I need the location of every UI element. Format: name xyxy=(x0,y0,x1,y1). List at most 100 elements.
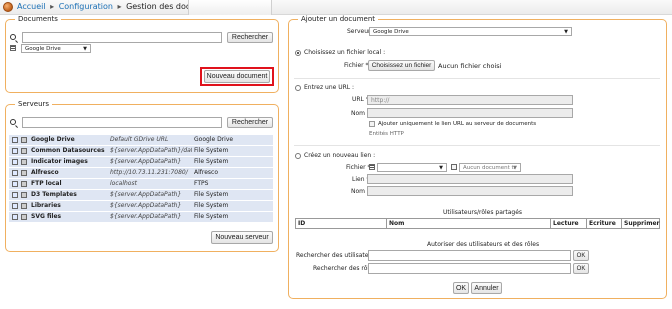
chevron-down-icon: ▼ xyxy=(439,165,443,171)
server-type: File System xyxy=(194,147,229,154)
server-name: SVG files xyxy=(31,213,62,220)
delete-icon[interactable] xyxy=(21,159,27,165)
link-name-input[interactable] xyxy=(367,186,573,196)
delete-icon[interactable] xyxy=(21,181,27,187)
edit-icon[interactable] xyxy=(12,192,18,198)
server-row[interactable]: Google Drive Default GDrive URL Google D… xyxy=(9,135,273,145)
delete-icon[interactable] xyxy=(21,214,27,220)
server-name: Libraries xyxy=(31,202,61,209)
server-type: Google Drive xyxy=(194,136,234,143)
grid-icon xyxy=(369,164,375,170)
link-input[interactable] xyxy=(367,174,573,184)
server-row[interactable]: D3 Templates ${server.AppDataPath} File … xyxy=(9,190,273,200)
edit-icon[interactable] xyxy=(12,137,18,143)
breadcrumb-home-link[interactable]: Accueil xyxy=(17,2,46,11)
server-type: FTPS xyxy=(194,180,209,187)
link-document-select[interactable]: Aucun document tr ▼ xyxy=(459,163,521,172)
server-type: File System xyxy=(194,213,229,220)
server-url: Default GDrive URL xyxy=(110,136,169,143)
breadcrumb-separator: ▸ xyxy=(50,2,55,11)
permissions-table: ID Nom Lecture Ecriture Supprimer xyxy=(295,218,660,229)
edit-icon[interactable] xyxy=(12,203,18,209)
server-row[interactable]: Libraries ${server.AppDataPath} File Sys… xyxy=(9,201,273,211)
authorize-title: Autoriser des utilisateurs et des rôles xyxy=(427,241,540,248)
server-row[interactable]: Common Datasources ${server.AppDataPath}… xyxy=(9,146,273,156)
server-name: Alfresco xyxy=(31,169,59,176)
server-name: D3 Templates xyxy=(31,191,77,198)
search-roles-ok-button[interactable]: OK xyxy=(573,263,589,274)
delete-icon[interactable] xyxy=(21,137,27,143)
server-row[interactable]: SVG files ${server.AppDataPath} File Sys… xyxy=(9,212,273,222)
search-icon xyxy=(10,34,16,40)
server-select[interactable]: Google Drive ▼ xyxy=(369,27,572,36)
documents-source-value: Google Drive xyxy=(25,46,61,52)
server-name: Indicator images xyxy=(31,158,88,165)
new-document-button[interactable]: Nouveau document xyxy=(204,70,270,83)
delete-icon[interactable] xyxy=(21,170,27,176)
submit-ok-button[interactable]: OK xyxy=(453,282,469,294)
url-radio[interactable] xyxy=(295,85,301,91)
url-input[interactable]: http:// xyxy=(367,95,573,105)
servers-legend: Serveurs xyxy=(15,100,53,109)
url-option-label: Entrez une URL : xyxy=(304,84,355,91)
add-document-legend: Ajouter un document xyxy=(298,15,379,24)
new-server-button[interactable]: Nouveau serveur xyxy=(211,231,273,244)
chevron-down-icon: ▼ xyxy=(513,165,517,171)
document-icon xyxy=(451,164,457,170)
breadcrumb-configuration-link[interactable]: Configuration xyxy=(59,2,113,11)
edit-icon[interactable] xyxy=(12,181,18,187)
server-row[interactable]: Alfresco http://10.73.11.231:7080/ Alfre… xyxy=(9,168,273,178)
server-row[interactable]: FTP local localhost FTPS xyxy=(9,179,273,189)
server-row[interactable]: Indicator images ${server.AppDataPath} F… xyxy=(9,157,273,167)
choose-file-button[interactable]: Choisissez un fichier xyxy=(368,60,435,71)
url-only-checkbox-label: Ajouter uniquement le lien URL au serveu… xyxy=(378,121,537,127)
search-users-ok-button[interactable]: OK xyxy=(573,250,589,261)
column-header-delete: Supprimer xyxy=(624,220,660,227)
server-url: ${server.AppDataPath}/data... xyxy=(110,147,192,154)
no-file-text: Aucun fichier choisi xyxy=(438,62,502,70)
server-url: ${server.AppDataPath} xyxy=(110,202,182,209)
grid-icon xyxy=(10,45,16,51)
edit-icon[interactable] xyxy=(12,148,18,154)
search-users-label: Rechercher des utilisateurs xyxy=(296,252,378,259)
new-link-radio[interactable] xyxy=(295,153,301,159)
edit-icon[interactable] xyxy=(12,170,18,176)
search-users-input[interactable] xyxy=(368,250,571,261)
documents-source-select[interactable]: Google Drive ▼ xyxy=(21,44,91,53)
server-name: Common Datasources xyxy=(31,147,105,154)
server-name: Google Drive xyxy=(31,136,75,143)
search-roles-input[interactable] xyxy=(368,263,571,274)
server-url: localhost xyxy=(110,180,137,187)
server-type: File System xyxy=(194,202,229,209)
column-header-read: Lecture xyxy=(553,220,579,227)
url-name-input[interactable] xyxy=(367,108,573,118)
server-type: Alfresco xyxy=(194,169,219,176)
link-server-select[interactable]: ▼ xyxy=(377,163,447,172)
delete-icon[interactable] xyxy=(21,148,27,154)
server-select-value: Google Drive xyxy=(373,29,409,35)
delete-icon[interactable] xyxy=(21,203,27,209)
documents-search-button[interactable]: Rechercher xyxy=(227,32,273,43)
column-header-id: ID xyxy=(298,220,306,227)
column-header-write: Ecriture xyxy=(589,220,616,227)
server-label: Serveur xyxy=(347,28,371,35)
divider xyxy=(294,145,660,146)
column-header-name: Nom xyxy=(389,220,405,227)
documents-search-input[interactable] xyxy=(22,32,222,43)
new-link-option-label: Créez un nouveau lien : xyxy=(304,152,376,159)
servers-search-button[interactable]: Rechercher xyxy=(227,117,273,128)
file-label: Fichier * xyxy=(344,62,369,69)
http-entities-link[interactable]: Entités HTTP xyxy=(369,130,404,138)
edit-icon[interactable] xyxy=(12,159,18,165)
search-roles-label: Rechercher des rôles xyxy=(313,265,376,272)
server-url: http://10.73.11.231:7080/ xyxy=(110,169,188,176)
delete-icon[interactable] xyxy=(21,192,27,198)
url-only-checkbox[interactable] xyxy=(369,121,375,127)
chevron-down-icon: ▼ xyxy=(83,46,87,52)
edit-icon[interactable] xyxy=(12,214,18,220)
servers-search-input[interactable] xyxy=(22,117,222,128)
chevron-down-icon: ▼ xyxy=(564,29,568,35)
divider xyxy=(294,78,660,79)
cancel-button[interactable]: Annuler xyxy=(471,282,502,294)
local-file-radio[interactable] xyxy=(295,50,301,56)
